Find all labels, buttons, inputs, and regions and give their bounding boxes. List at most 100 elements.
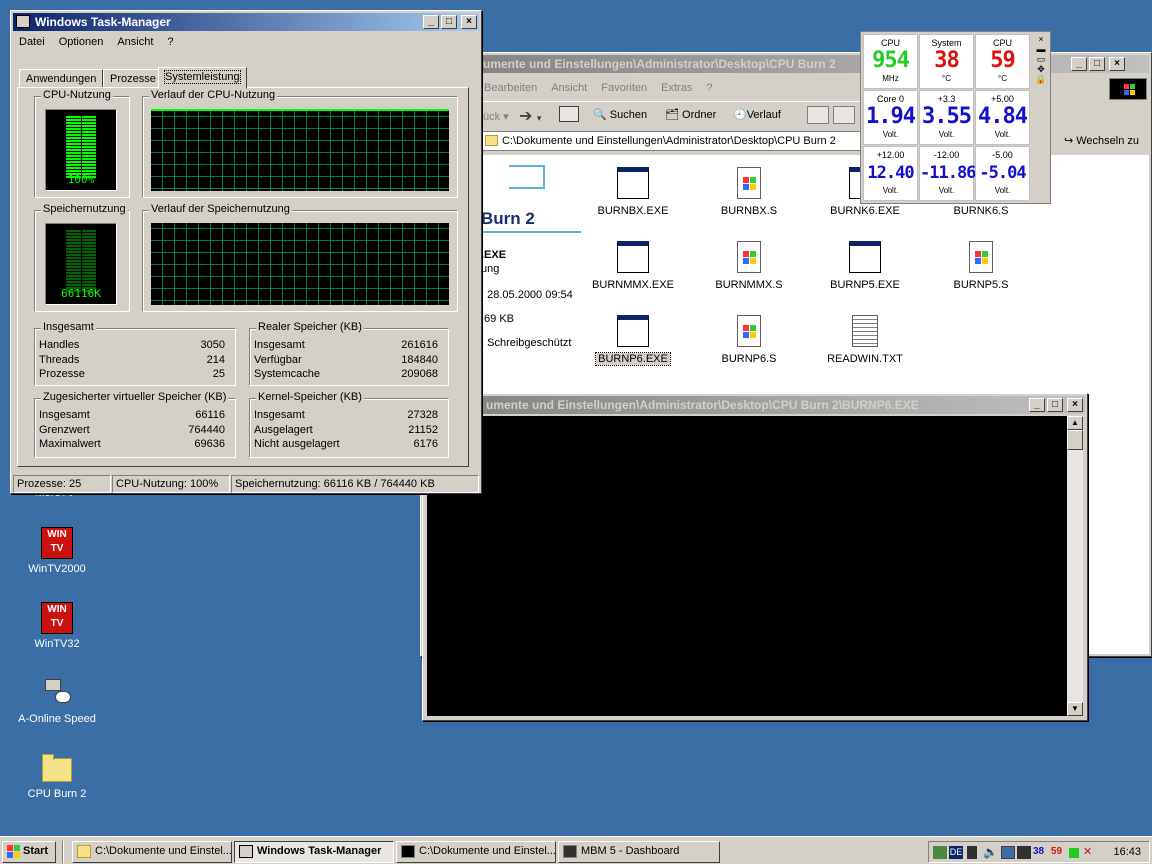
console-output[interactable] — [427, 416, 1067, 716]
file-item[interactable]: BURNMMX.S — [699, 241, 799, 291]
scroll-up-button[interactable]: ▲ — [1067, 416, 1083, 430]
console-titlebar[interactable]: umente und Einstellungen\Administrator\D… — [425, 396, 1085, 414]
status-processes: Prozesse: 25 — [13, 475, 111, 493]
stat-row: Insgesamt 261616 — [254, 339, 438, 353]
maximize-button[interactable]: □ — [441, 15, 457, 29]
status-square-icon[interactable] — [1069, 848, 1079, 858]
stat-row: Maximalwert 69636 — [39, 438, 225, 452]
maximize-button[interactable]: □ — [1047, 398, 1063, 412]
taskmgr-titlebar[interactable]: Windows Task-Manager — [13, 13, 479, 31]
tray-temp-system[interactable]: 38 — [1033, 846, 1049, 859]
move-to-icon[interactable] — [807, 106, 829, 124]
sensor-value: 954 — [872, 48, 910, 73]
file-item[interactable]: BURNBX.S — [699, 167, 799, 217]
file-item[interactable]: BURNP6.S — [699, 315, 799, 365]
copy-to-icon[interactable] — [833, 106, 855, 124]
address-bar[interactable]: C:\Dokumente und Einstellungen\Administr… — [481, 131, 861, 151]
file-name: BURNP6.S — [721, 353, 777, 365]
menu-favoriten[interactable]: Favoriten — [601, 82, 647, 94]
network-disconnected-icon[interactable]: ✕ — [1083, 846, 1097, 859]
text-file-icon — [852, 315, 878, 347]
taskbar-button-mbm[interactable]: MBM 5 - Dashboard — [558, 841, 720, 863]
file-item[interactable]: BURNBX.EXE — [583, 167, 683, 217]
close-button[interactable]: × — [461, 15, 477, 29]
scroll-down-button[interactable]: ▼ — [1067, 702, 1083, 716]
file-item[interactable]: BURNP5.S — [931, 241, 1031, 291]
stat-value: 27328 — [407, 409, 438, 421]
cpu-history-label: Verlauf der CPU-Nutzung — [149, 89, 278, 101]
minimize-button[interactable]: _ — [1029, 398, 1045, 412]
go-button[interactable]: ↪ Wechseln zu — [1060, 131, 1143, 151]
taskbar-button-explorer[interactable]: C:\Dokumente und Einstel... — [72, 841, 232, 863]
stat-label: Systemcache — [254, 368, 321, 380]
menu-optionen[interactable]: Optionen — [59, 36, 104, 48]
menu-ansicht[interactable]: Ansicht — [117, 36, 153, 48]
chip-icon[interactable] — [1017, 846, 1031, 859]
mbm-move-icon[interactable]: ✥ — [1034, 64, 1048, 74]
close-button[interactable]: × — [1067, 398, 1083, 412]
stat-value: 261616 — [401, 339, 438, 351]
desktop-icon-cpu-burn-2[interactable]: CPU Burn 2 — [12, 752, 102, 800]
minimize-button[interactable]: _ — [1071, 57, 1087, 71]
tab-systemleistung[interactable]: Systemleistung — [158, 67, 247, 89]
desktop-icon-aonline-speed[interactable]: A-Online Speed — [12, 677, 102, 725]
clock[interactable]: 16:43 — [1113, 846, 1141, 858]
windows-file-icon — [969, 241, 993, 273]
taskbar-button-console[interactable]: C:\Dokumente und Einstel... — [396, 841, 556, 863]
close-button[interactable]: × — [1109, 57, 1125, 71]
taskmgr-app-icon — [16, 15, 30, 28]
explorer-toolbar: ück ▾ ➔ ▾ 🔍 Suchen 🗂 Ordner 🕘Verlauf — [481, 101, 861, 129]
taskbar-button-label: Windows Task-Manager — [257, 845, 382, 857]
console-scrollbar[interactable]: ▲ ▼ — [1067, 416, 1083, 716]
file-item[interactable]: READWIN.TXT — [815, 315, 915, 365]
desktop-icon-wintv32[interactable]: WIN TV WinTV32 — [12, 602, 102, 650]
stat-label: Handles — [39, 339, 80, 351]
mbm-restore-icon[interactable]: ▭ — [1034, 54, 1048, 64]
language-indicator[interactable]: DE — [949, 846, 963, 859]
taskbar-separator — [62, 841, 64, 863]
scroll-thumb[interactable] — [1067, 430, 1083, 450]
taskbar-button-taskmgr[interactable]: Windows Task-Manager — [234, 841, 394, 863]
mbm-close-icon[interactable]: × — [1034, 34, 1048, 44]
sensor-unit: °C — [998, 74, 1007, 83]
forward-arrow-icon[interactable]: ➔ ▾ — [519, 106, 541, 126]
file-item[interactable]: BURNP5.EXE — [815, 241, 915, 291]
history-button[interactable]: 🕘Verlauf — [733, 108, 781, 121]
back-button[interactable]: ück ▾ — [483, 110, 509, 123]
file-item[interactable]: BURNP6.EXE — [583, 315, 683, 366]
desktop-icon-label: WinTV2000 — [28, 563, 86, 575]
tray-temp-cpu[interactable]: 59 — [1051, 846, 1067, 859]
minimize-button[interactable]: _ — [423, 15, 439, 29]
monitor-icon[interactable] — [1001, 846, 1015, 859]
search-button[interactable]: 🔍 Suchen — [593, 108, 647, 121]
mbm-lock-icon[interactable]: 🔒 — [1034, 74, 1048, 84]
mbm-dashboard[interactable]: CPU 954 MHz System 38 °C CPU 59 °C Core 0 1.94 Volt… — [860, 31, 1051, 204]
network-icon[interactable] — [933, 846, 947, 859]
desktop-icon-label: WinTV32 — [34, 638, 80, 650]
menu-extras[interactable]: Extras — [661, 82, 692, 94]
tab-prozesse[interactable]: Prozesse — [103, 69, 163, 88]
file-name: BURNBX.EXE — [597, 205, 669, 217]
stat-value: 21152 — [408, 423, 438, 436]
start-button[interactable]: Start — [2, 841, 56, 863]
menu-ansicht[interactable]: Ansicht — [551, 82, 587, 94]
cpu-usage-label: CPU-Nutzung — [41, 89, 113, 101]
desktop-icon-wintv2000[interactable]: WIN TV WinTV2000 — [12, 527, 102, 575]
menu-bearbeiten[interactable]: Bearbeiten — [484, 82, 537, 94]
tab-anwendungen[interactable]: Anwendungen — [19, 69, 104, 88]
menu-help[interactable]: ? — [167, 36, 173, 48]
menu-help[interactable]: ? — [706, 82, 712, 94]
cpu-usage-value: 100% — [67, 173, 95, 186]
sensor-value: 4.84 — [978, 104, 1028, 129]
stat-value: 66116 — [195, 409, 225, 421]
menu-datei[interactable]: Datei — [19, 36, 45, 48]
maximize-button[interactable]: □ — [1089, 57, 1105, 71]
stat-row: Ausgelagert 21152 — [254, 424, 438, 438]
file-item[interactable]: BURNMMX.EXE — [583, 241, 683, 291]
mbm-minimize-icon[interactable]: ▬ — [1034, 44, 1048, 54]
up-folder-icon[interactable] — [559, 106, 579, 122]
wintv-icon: WIN TV — [41, 602, 73, 634]
phone-icon[interactable] — [967, 846, 977, 859]
folders-button[interactable]: 🗂 Ordner — [665, 108, 716, 121]
volume-icon[interactable]: 🔈 — [983, 846, 998, 859]
